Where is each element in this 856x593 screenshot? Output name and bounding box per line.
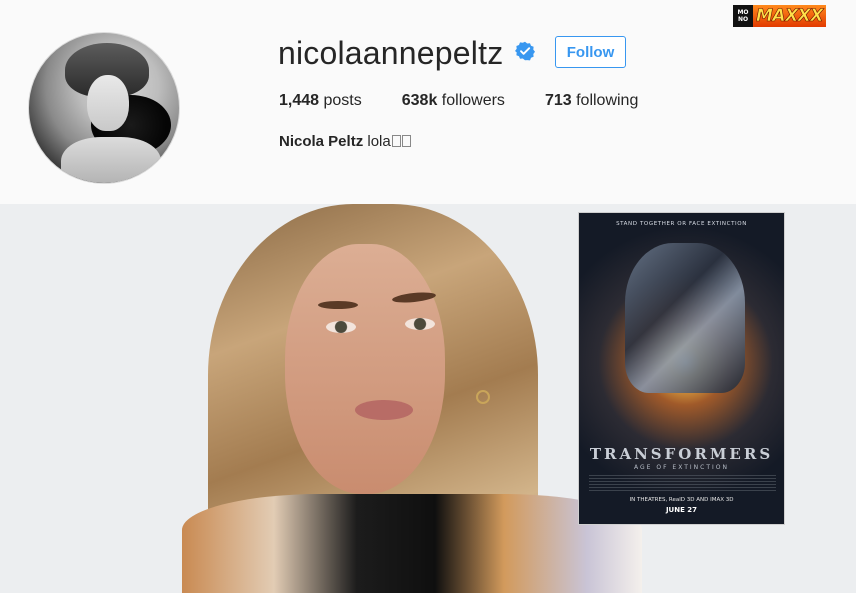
verified-badge-icon [515, 41, 535, 61]
watermark-box-top: MO [737, 9, 749, 16]
posts-label: posts [323, 92, 362, 109]
bio-full-name: Nicola Peltz [279, 133, 364, 150]
profile-avatar[interactable] [28, 32, 180, 184]
poster-date: JUNE 27 [665, 506, 698, 514]
poster-title: TRANSFORMERS [589, 445, 774, 463]
profile-bio: Nicola Peltz lola [279, 132, 411, 152]
avatar-face [87, 75, 129, 131]
following-stat[interactable]: 713 following [545, 91, 638, 111]
poster-tagline: STAND TOGETHER OR FACE EXTINCTION [616, 221, 747, 227]
posts-stat: 1,448 posts [279, 91, 362, 111]
movie-poster: STAND TOGETHER OR FACE EXTINCTION TRANSF… [578, 212, 785, 525]
portrait-eye [405, 318, 435, 330]
following-count: 713 [544, 92, 572, 109]
followers-stat[interactable]: 638k followers [402, 91, 505, 111]
watermark-logo: MO NO MAXXX [733, 5, 826, 27]
portrait-lips [355, 400, 413, 420]
portrait-face [285, 244, 445, 494]
watermark-box: MO NO [733, 5, 753, 27]
poster-robot [625, 243, 745, 393]
follow-button[interactable]: Follow [555, 36, 626, 68]
portrait-brow [318, 301, 358, 309]
poster-subtitle: AGE OF EXTINCTION [634, 464, 729, 471]
followers-label: followers [441, 92, 505, 109]
bio-text: lola [367, 133, 391, 150]
watermark-text: MAXXX [753, 5, 826, 27]
emoji-glyph-icon [391, 135, 401, 147]
poster-credits [589, 475, 776, 493]
profile-header: nicolaannepeltz Follow 1,448 posts 638k … [0, 0, 856, 204]
portrait-eye [326, 321, 356, 333]
poster-release: IN THEATRES, RealD 3D AND IMAX 3D [629, 497, 734, 503]
portrait-earring [476, 390, 490, 404]
profile-username: nicolaannepeltz [278, 35, 504, 71]
posts-count: 1,448 [279, 92, 320, 109]
profile-stats: 1,448 posts 638k followers 713 following [279, 91, 678, 111]
following-label: following [576, 92, 639, 109]
emoji-glyph-icon [401, 135, 411, 147]
watermark-box-bottom: NO [737, 16, 749, 23]
portrait-jacket [182, 494, 642, 593]
followers-count: 638k [401, 92, 438, 109]
avatar-body [61, 137, 161, 183]
